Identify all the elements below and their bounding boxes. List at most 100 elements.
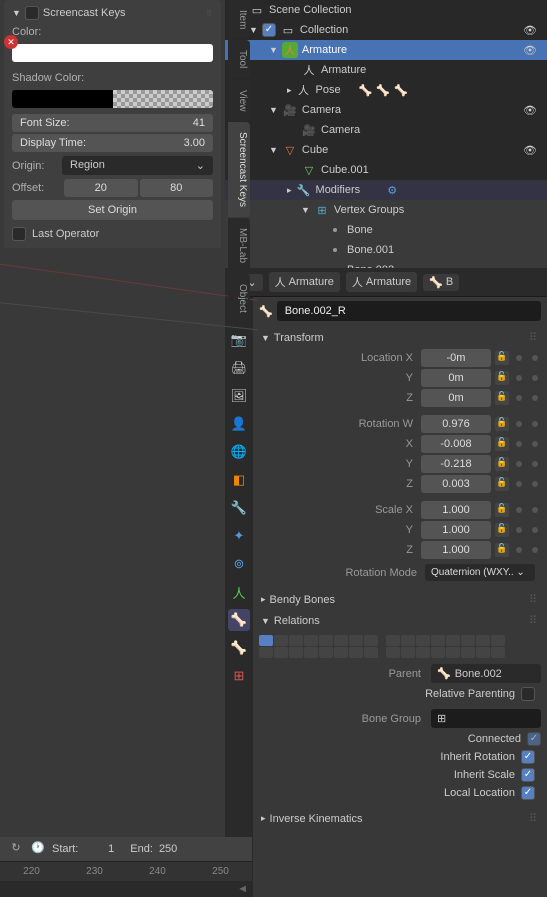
layer-cell[interactable]: [476, 647, 490, 658]
display-time-field[interactable]: Display Time: 3.00: [12, 134, 213, 152]
layer-cell[interactable]: [334, 635, 348, 646]
disclosure-icon[interactable]: ▼: [269, 145, 278, 155]
close-icon[interactable]: ✕: [4, 35, 18, 49]
tab-object[interactable]: Object: [228, 274, 250, 323]
screencast-header[interactable]: ▼ Screencast Keys ⠿: [12, 4, 213, 22]
visibility-icon[interactable]: 👁: [523, 44, 543, 57]
tab-particles[interactable]: ✦: [228, 525, 250, 547]
disclosure-icon[interactable]: ▼: [269, 45, 278, 55]
tab-object[interactable]: ◧: [228, 469, 250, 491]
tab-item[interactable]: Item: [228, 0, 250, 39]
outliner-camera[interactable]: ▼ 🎥 Camera 👁: [225, 100, 547, 120]
tab-view[interactable]: View: [228, 80, 250, 122]
lock-icon[interactable]: 🔓: [495, 371, 509, 385]
transform-header[interactable]: ▼ Transform ⠿: [259, 327, 541, 348]
lock-icon[interactable]: 🔓: [495, 351, 509, 365]
layer-cell[interactable]: [304, 647, 318, 658]
tab-render[interactable]: 📷: [228, 329, 250, 351]
outliner[interactable]: ▭ Scene Collection ▼ ▭ Collection 👁 ▼ 人 …: [225, 0, 547, 268]
layer-cell[interactable]: [386, 635, 400, 646]
font-size-field[interactable]: Font Size: 41: [12, 114, 213, 132]
tab-modifiers[interactable]: 🔧: [228, 497, 250, 519]
offset-x-field[interactable]: 20: [64, 179, 138, 197]
end-value[interactable]: 250: [159, 843, 177, 855]
layer-cell[interactable]: [416, 635, 430, 646]
tab-scene[interactable]: 👤: [228, 413, 250, 435]
clock-icon[interactable]: 🕐: [30, 841, 46, 857]
layer-cell[interactable]: [304, 635, 318, 646]
tab-world[interactable]: 🌐: [228, 441, 250, 463]
layer-cell[interactable]: [259, 635, 273, 646]
loc-y-field[interactable]: 0m: [421, 369, 491, 387]
lock-icon[interactable]: 🔓: [495, 477, 509, 491]
breadcrumb-bone[interactable]: 🦴B: [423, 274, 459, 291]
disclosure-icon[interactable]: ▸: [287, 85, 292, 96]
outliner-collection[interactable]: ▼ ▭ Collection 👁: [225, 20, 547, 40]
lock-icon[interactable]: 🔓: [495, 523, 509, 537]
tab-tool[interactable]: Tool: [228, 40, 250, 78]
outliner-cube[interactable]: ▼ ▽ Cube 👁: [225, 140, 547, 160]
layer-cell[interactable]: [491, 647, 505, 658]
shadow-color-picker[interactable]: [12, 90, 213, 108]
loc-z-field[interactable]: 0m: [421, 389, 491, 407]
timeline-ruler[interactable]: 220 230 240 250: [0, 862, 252, 881]
layer-cell[interactable]: [416, 647, 430, 658]
bendy-bones-header[interactable]: ▸ Bendy Bones ⠿: [259, 589, 541, 610]
tab-output[interactable]: 🖨: [228, 357, 250, 379]
start-value[interactable]: 1: [84, 843, 114, 855]
tab-screencast-keys[interactable]: Screencast Keys: [228, 122, 250, 217]
disclosure-icon[interactable]: ▼: [269, 105, 278, 115]
timeline[interactable]: ↻ 🕐 Start: 1 End: 250 220 230 240 250 ◄: [0, 837, 252, 897]
outliner-bone[interactable]: Bone: [225, 220, 547, 240]
layer-cell[interactable]: [401, 635, 415, 646]
visibility-icon[interactable]: 👁: [523, 144, 543, 157]
tab-view-layer[interactable]: 🖼: [228, 385, 250, 407]
layer-cell[interactable]: [386, 647, 400, 658]
outliner-pose[interactable]: ▸ 人 Pose 🦴 🦴 🦴: [225, 80, 547, 100]
set-origin-button[interactable]: Set Origin: [12, 200, 213, 220]
rot-y-field[interactable]: -0.218: [421, 455, 491, 473]
layer-cell[interactable]: [476, 635, 490, 646]
outliner-scene[interactable]: ▭ Scene Collection: [225, 0, 547, 20]
last-operator-checkbox[interactable]: [12, 227, 26, 241]
layer-cell[interactable]: [259, 647, 273, 658]
bone-name-input[interactable]: Bone.002_R: [277, 301, 541, 321]
scale-y-field[interactable]: 1.000: [421, 521, 491, 539]
layer-cell[interactable]: [461, 635, 475, 646]
outliner-armature[interactable]: ▼ 人 Armature 👁: [225, 40, 547, 60]
outliner-bone002[interactable]: Bone.002: [225, 260, 547, 268]
bone-group-select[interactable]: ⊞: [431, 709, 541, 728]
rot-x-field[interactable]: -0.008: [421, 435, 491, 453]
layer-cell[interactable]: [431, 635, 445, 646]
collection-checkbox[interactable]: [262, 23, 276, 37]
inherit-scale-checkbox[interactable]: [521, 768, 535, 782]
disclosure-icon[interactable]: ▼: [301, 205, 310, 215]
screencast-enable-checkbox[interactable]: [25, 6, 39, 20]
layer-cell[interactable]: [334, 647, 348, 658]
parent-select[interactable]: 🦴 Bone.002: [431, 664, 541, 683]
lock-icon[interactable]: 🔓: [495, 391, 509, 405]
scale-z-field[interactable]: 1.000: [421, 541, 491, 559]
outliner-cube001[interactable]: ▽ Cube.001: [225, 160, 547, 180]
layer-cell[interactable]: [289, 635, 303, 646]
rot-w-field[interactable]: 0.976: [421, 415, 491, 433]
local-loc-checkbox[interactable]: [521, 786, 535, 800]
layer-cell[interactable]: [319, 647, 333, 658]
layer-cell[interactable]: [364, 635, 378, 646]
tab-bone[interactable]: 🦴: [228, 609, 250, 631]
rel-parenting-checkbox[interactable]: [521, 687, 535, 701]
breadcrumb-armature-data[interactable]: 人Armature: [346, 272, 417, 292]
inherit-rot-checkbox[interactable]: [521, 750, 535, 764]
3d-viewport[interactable]: [0, 248, 225, 837]
layer-cell[interactable]: [289, 647, 303, 658]
ik-header[interactable]: ▸ Inverse Kinematics ⠿: [259, 808, 541, 829]
relations-header[interactable]: ▼ Relations ⠿: [259, 610, 541, 631]
disclosure-icon[interactable]: ▼: [249, 25, 258, 35]
lock-icon[interactable]: 🔓: [495, 417, 509, 431]
disclosure-icon[interactable]: ▸: [287, 185, 292, 196]
tab-physics[interactable]: ⊚: [228, 553, 250, 575]
scroll-left-icon[interactable]: ◄: [237, 883, 248, 895]
outliner-camera-data[interactable]: 🎥 Camera: [225, 120, 547, 140]
tab-material[interactable]: ⊞: [228, 665, 250, 687]
scale-x-field[interactable]: 1.000: [421, 501, 491, 519]
